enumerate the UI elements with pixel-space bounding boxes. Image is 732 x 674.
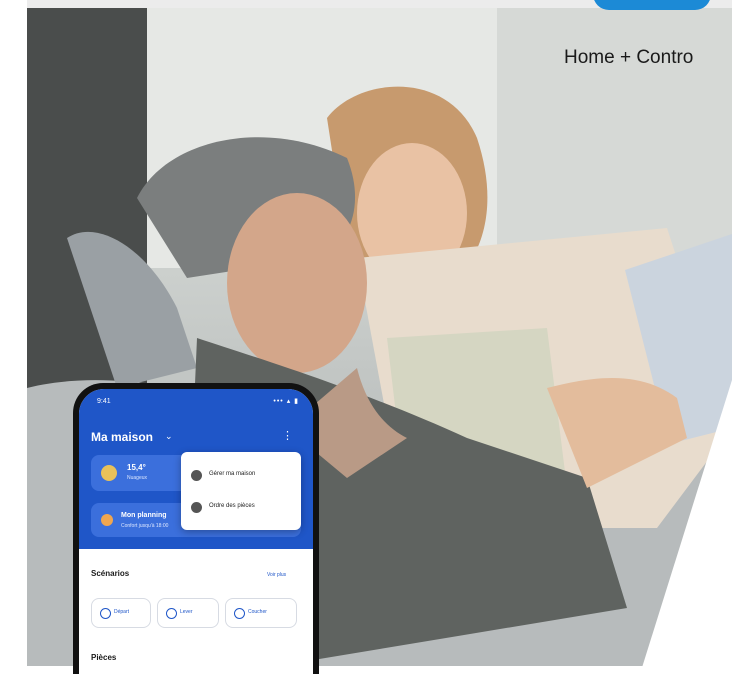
menu-item-label: Gérer ma maison: [209, 471, 256, 477]
scenario-button-coucher[interactable]: Coucher: [225, 598, 297, 628]
context-menu: Gérer ma maison Ordre des pièces: [181, 452, 301, 530]
chevron-down-icon[interactable]: ⌄: [165, 431, 173, 442]
see-more-link[interactable]: Voir plus: [267, 572, 286, 578]
home-title[interactable]: Ma maison: [91, 430, 153, 444]
phone-screen: 9:41 ••• ▴ ▮ Ma maison ⌄ ⋮ 15,4° Nuageux…: [79, 389, 313, 674]
app-name-label: Home + Contro: [564, 47, 694, 68]
weather-icon: [101, 465, 117, 481]
more-menu-icon[interactable]: ⋮: [282, 429, 293, 442]
man-face: [227, 193, 367, 373]
status-icons: ••• ▴ ▮: [273, 398, 299, 405]
scenario-label: Départ: [114, 609, 130, 615]
screen-header: 9:41 ••• ▴ ▮ Ma maison ⌄ ⋮ 15,4° Nuageux…: [79, 389, 313, 549]
planning-icon: [101, 514, 113, 526]
gear-icon: [191, 470, 202, 481]
menu-item-room-order[interactable]: Ordre des pièces: [191, 500, 299, 516]
planning-subtitle: Confort jusqu'à 18:00: [121, 523, 169, 529]
status-time: 9:41: [97, 398, 111, 405]
app-logo-icon: [593, 0, 711, 10]
phone-mockup: 9:41 ••• ▴ ▮ Ma maison ⌄ ⋮ 15,4° Nuageux…: [73, 383, 319, 674]
moon-icon: [234, 608, 245, 619]
scenario-label: Lever: [180, 609, 193, 615]
sort-icon: [191, 502, 202, 513]
scenario-button-depart[interactable]: Départ: [91, 598, 151, 628]
planning-title: Mon planning: [121, 512, 167, 519]
menu-item-manage-home[interactable]: Gérer ma maison: [191, 468, 299, 484]
departure-icon: [100, 608, 111, 619]
left-strip: [0, 0, 27, 674]
rooms-title: Pièces: [91, 653, 117, 662]
sunrise-icon: [166, 608, 177, 619]
menu-item-label: Ordre des pièces: [209, 503, 255, 509]
scenario-button-lever[interactable]: Lever: [157, 598, 219, 628]
scenario-label: Coucher: [248, 609, 267, 615]
weather-temperature: 15,4°: [127, 463, 146, 472]
marketing-frame: Home + Contro 9:41 ••• ▴ ▮ Ma maison ⌄ ⋮…: [0, 0, 732, 674]
scenarios-title: Scénarios: [91, 569, 130, 578]
weather-description: Nuageux: [127, 475, 148, 481]
